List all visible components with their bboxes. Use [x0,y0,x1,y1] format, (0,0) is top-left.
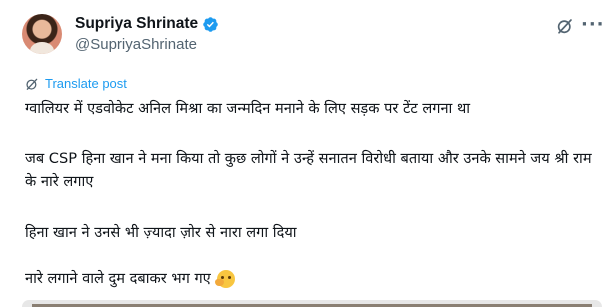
attached-media[interactable] [22,300,602,307]
tweet-paragraph-text: नारे लगाने वाले दुम दबाकर भग गए [25,270,211,287]
tweet-paragraph: जब CSP हिना खान ने मना किया तो कुछ लोगों… [25,150,592,190]
author-info: Supriya Shrinate @SupriyaShrinate [75,15,219,53]
more-options-icon[interactable]: ··· [581,14,605,35]
grok-translate-icon [26,78,38,90]
tweet-paragraph: हिना खान ने उनसे भी ज़्यादा ज़ोर से नारा… [25,224,297,241]
tweet-paragraph: ग्वालियर में एडवोकेट अनिल मिश्रा का जन्म… [25,100,471,117]
name-row: Supriya Shrinate [75,15,219,33]
author-avatar[interactable] [22,14,62,54]
grok-icon[interactable] [556,17,574,35]
translate-post-link[interactable]: Translate post [25,76,127,91]
author-handle[interactable]: @SupriyaShrinate [75,36,219,53]
face-with-hand-over-mouth-icon [214,269,235,288]
author-display-name[interactable]: Supriya Shrinate [75,15,198,33]
translate-post-label[interactable]: Translate post [45,76,127,91]
tweet-paragraph-last: नारे लगाने वाले दुम दबाकर भग गए [25,267,235,290]
verified-badge-icon[interactable] [202,16,219,33]
